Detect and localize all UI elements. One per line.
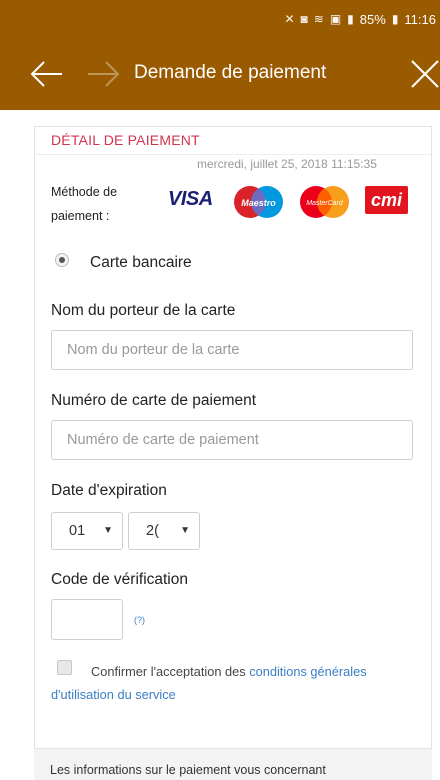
app-bar: Demande de paiement (0, 38, 440, 110)
card-number-label: Numéro de carte de paiement (51, 392, 257, 409)
page-title: Demande de paiement (134, 62, 327, 83)
battery-icon: ▮ (391, 12, 399, 26)
verification-code-input[interactable] (51, 599, 123, 640)
payment-info-text: Les informations sur le paiement vous co… (50, 763, 326, 777)
expiration-year-select[interactable]: 2( ▼ (128, 512, 200, 550)
card-payment-radio[interactable] (55, 253, 69, 267)
card-number-input[interactable]: Numéro de carte de paiement (51, 420, 413, 460)
cardholder-placeholder: Nom du porteur de la carte (67, 342, 240, 358)
mastercard-logo: MasterCard (300, 186, 349, 218)
arrow-right-icon[interactable] (86, 60, 120, 88)
payment-method-label-line2: paiement : (51, 209, 110, 223)
payment-datetime: mercredi, juillet 25, 2018 11:15:35 (197, 157, 377, 171)
payment-method-label-line1: Méthode de (51, 185, 118, 199)
card-payment-radio-label[interactable]: Carte bancaire (90, 254, 192, 272)
chevron-down-icon: ▼ (180, 525, 190, 536)
visa-logo: VISA (168, 188, 213, 210)
cardholder-label: Nom du porteur de la carte (51, 302, 236, 319)
wifi-icon: ≋ (313, 12, 324, 26)
screenshot-icon: ◙ (300, 12, 308, 26)
expiration-label: Date d'expiration (51, 482, 167, 499)
cmi-logo: cmi (365, 186, 408, 214)
arrow-left-icon[interactable] (30, 60, 64, 88)
terms-prefix: Confirmer l'acceptation des (91, 664, 250, 679)
expiration-month-value: 01 (69, 523, 86, 539)
close-icon[interactable] (410, 58, 440, 90)
payment-method-label: Méthode de paiement : (51, 180, 117, 228)
card-header-title: DÉTAIL DE PAIEMENT (51, 132, 200, 148)
mute-icon: ✕ (284, 12, 295, 26)
card-number-placeholder: Numéro de carte de paiement (67, 432, 259, 448)
maestro-logo-text: Maestro (241, 198, 276, 208)
verification-help-link[interactable]: (?) (134, 615, 145, 625)
cardholder-input[interactable]: Nom du porteur de la carte (51, 330, 413, 370)
battery-level: 85% (359, 11, 386, 27)
expiration-year-value: 2( (146, 523, 159, 539)
expiration-month-select[interactable]: 01 ▼ (51, 512, 123, 550)
verification-code-label: Code de vérification (51, 571, 188, 588)
signal-icon: ▮ (347, 12, 354, 26)
chevron-down-icon: ▼ (103, 525, 113, 536)
payment-info-section: Les informations sur le paiement vous co… (34, 748, 432, 780)
status-time: 11:16 (404, 11, 436, 27)
terms-text: Confirmer l'acceptation des conditions g… (51, 660, 421, 706)
gallery-icon: ▣ (329, 12, 342, 26)
status-bar: ✕ ◙ ≋ ▣ ▮ 85% ▮ 11:16 (0, 0, 440, 38)
mastercard-logo-text: MasterCard (306, 200, 344, 207)
card-header: DÉTAIL DE PAIEMENT (35, 127, 431, 155)
maestro-logo: Maestro (234, 186, 283, 218)
